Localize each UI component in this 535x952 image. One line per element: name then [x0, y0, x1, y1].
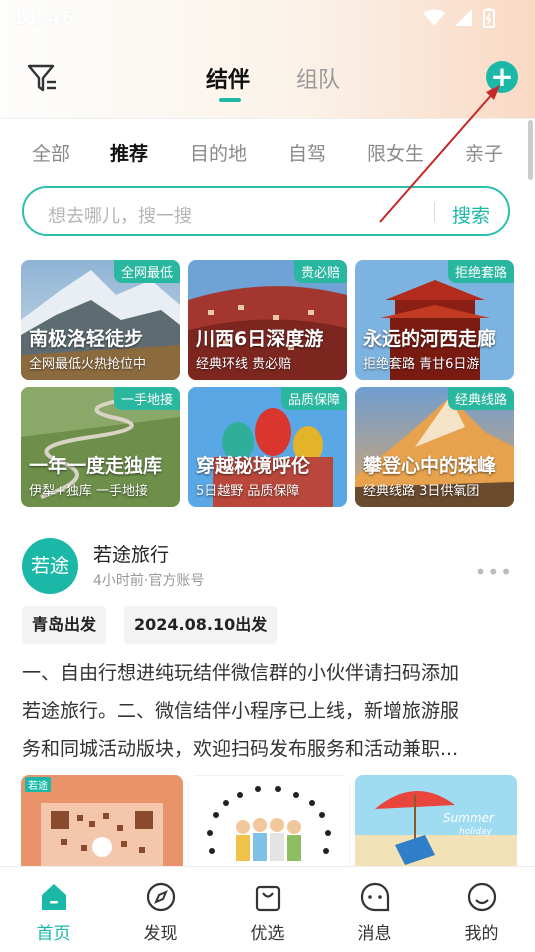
destination-card[interactable]: 拒绝套路 永远的河西走廊 拒绝套路 青甘6日游: [355, 260, 514, 380]
destination-card[interactable]: 经典线路 攀登心中的珠峰 经典线路 3日供氧团: [355, 387, 514, 507]
nav-messages[interactable]: 消息: [321, 867, 428, 952]
people-qrcode-image: [188, 775, 350, 871]
thumb-summer-label: Summer: [443, 811, 494, 825]
compass-icon: [146, 882, 176, 912]
category-women-only[interactable]: 限女生: [367, 139, 424, 166]
post-text: 一、自由行想进纯玩结伴微信群的小伙伴请扫码添加 若途旅行。二、微信结伴小程序已上…: [22, 654, 516, 768]
tab-jieban[interactable]: 结伴: [206, 62, 250, 94]
post-meta: 4小时前·官方账号: [93, 573, 205, 589]
nav-label: 消息: [357, 924, 392, 944]
card-title: 攀登心中的珠峰: [363, 455, 497, 477]
search-input[interactable]: 想去哪儿，搜一搜: [48, 202, 192, 228]
profile-icon: [467, 882, 497, 912]
card-badge: 全网最低: [113, 260, 180, 283]
status-icons: [423, 8, 495, 28]
search-bar[interactable]: 想去哪儿，搜一搜 搜索: [22, 186, 510, 236]
destination-card[interactable]: 品质保障 穿越秘境呼伦 5日越野 品质保障: [188, 387, 347, 507]
more-options-icon[interactable]: •••: [475, 560, 513, 584]
author-name[interactable]: 若途旅行: [93, 540, 169, 567]
category-self-drive[interactable]: 自驾: [288, 139, 326, 166]
card-subtitle: 5日越野 品质保障: [196, 484, 300, 499]
nav-label: 我的: [464, 924, 499, 944]
card-badge: 贵必赔: [293, 260, 347, 283]
post-image-beach[interactable]: Summer holiday: [355, 775, 517, 871]
category-scrollbar: [528, 120, 533, 180]
top-bar: 结伴 组队 +: [0, 46, 535, 110]
post-tag[interactable]: 2024.08.10出发: [124, 606, 278, 644]
category-all[interactable]: 全部: [32, 139, 70, 166]
category-recommended[interactable]: 推荐: [110, 139, 148, 166]
thumb-brand-label: 若途: [25, 777, 51, 792]
post-image-people[interactable]: [188, 775, 350, 871]
thumb-holiday-label: holiday: [459, 827, 492, 837]
card-subtitle: 伊犁+独库 一手地接: [29, 484, 149, 499]
post-text-line: 务和同城活动版块，欢迎扫码发布服务和活动兼职...: [22, 738, 459, 760]
bottom-navigation: 首页 发现 优选 消息 我的: [0, 866, 535, 952]
category-family[interactable]: 亲子: [465, 139, 503, 166]
destination-card[interactable]: 贵必赔 川西6日深度游 经典环线 贵必赔: [188, 260, 347, 380]
plus-icon: +: [490, 60, 514, 93]
nav-home[interactable]: 首页: [0, 867, 107, 952]
active-tab-indicator: [219, 98, 241, 102]
filter-icon[interactable]: [24, 60, 60, 96]
nav-discover[interactable]: 发现: [107, 867, 214, 952]
card-title: 川西6日深度游: [196, 328, 324, 350]
card-title: 南极洛轻徒步: [29, 328, 144, 350]
message-icon: [360, 882, 390, 912]
nav-featured[interactable]: 优选: [214, 867, 321, 952]
post-image-qrcode[interactable]: 若途: [21, 775, 183, 871]
battery-icon: [483, 8, 495, 28]
post-text-line: 若途旅行。二、微信结伴小程序已上线，新增旅游服: [22, 700, 460, 722]
destination-card[interactable]: 一手地接 一年一度走独库 伊犁+独库 一手地接: [21, 387, 180, 507]
card-title: 穿越秘境呼伦: [196, 455, 311, 477]
search-divider: [434, 202, 435, 222]
post-text-line: 一、自由行想进纯玩结伴微信群的小伙伴请扫码添加: [22, 662, 460, 684]
wifi-icon: [423, 9, 445, 26]
category-tabs: 全部 推荐 目的地 自驾 限女生 亲子: [0, 118, 535, 183]
nav-profile[interactable]: 我的: [428, 867, 535, 952]
status-bar: 11:46: [0, 0, 535, 36]
home-icon: [42, 884, 66, 910]
card-badge: 拒绝套路: [447, 260, 514, 283]
card-badge: 品质保障: [280, 387, 347, 410]
card-title: 永远的河西走廊: [363, 328, 497, 350]
nav-label: 发现: [143, 924, 178, 944]
tab-zudui[interactable]: 组队: [296, 62, 340, 94]
post-tag[interactable]: 青岛出发: [22, 606, 107, 644]
search-button[interactable]: 搜索: [452, 201, 490, 228]
destination-card[interactable]: 全网最低 南极洛轻徒步 全网最低火热抢位中: [21, 260, 180, 380]
card-subtitle: 经典线路 3日供氧团: [363, 484, 480, 499]
card-badge: 经典线路: [447, 387, 514, 410]
category-destination[interactable]: 目的地: [190, 139, 247, 166]
nav-label: 优选: [250, 924, 285, 944]
add-button[interactable]: +: [486, 61, 518, 93]
nav-label: 首页: [36, 924, 71, 944]
avatar[interactable]: 若途: [22, 538, 78, 594]
card-subtitle: 拒绝套路 青甘6日游: [363, 357, 480, 372]
card-badge: 一手地接: [113, 387, 180, 410]
card-title: 一年一度走独库: [29, 455, 163, 477]
card-subtitle: 全网最低火热抢位中: [29, 357, 147, 372]
signal-icon: [455, 9, 472, 26]
shopping-bag-icon: [255, 885, 281, 912]
card-subtitle: 经典环线 贵必赔: [196, 357, 292, 372]
status-time: 11:46: [12, 7, 75, 29]
